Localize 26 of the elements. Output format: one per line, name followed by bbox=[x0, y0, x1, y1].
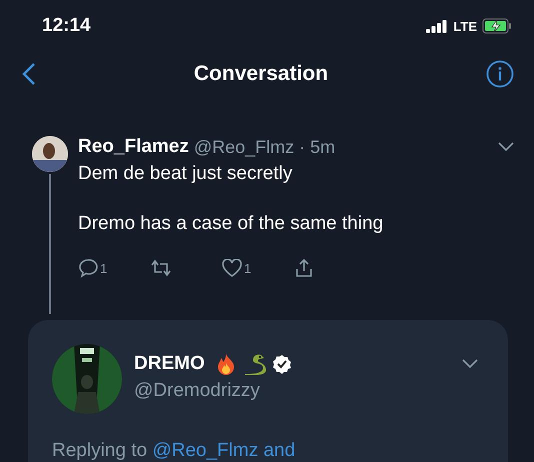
avatar[interactable] bbox=[32, 136, 68, 172]
chevron-icon[interactable] bbox=[498, 142, 514, 152]
tweet-text: Dremo has a case of the same thing bbox=[78, 212, 384, 236]
network-label: LTE bbox=[453, 18, 477, 34]
battery-icon bbox=[482, 18, 512, 34]
retweet-icon bbox=[150, 258, 172, 278]
chevron-icon[interactable] bbox=[462, 359, 478, 369]
page-title: Conversation bbox=[194, 62, 328, 86]
comment-icon bbox=[78, 258, 98, 278]
user-handle: @Reo_Flmz bbox=[194, 136, 294, 158]
heart-icon bbox=[222, 259, 242, 277]
back-icon[interactable] bbox=[22, 62, 36, 86]
reply-button[interactable]: 1 bbox=[78, 258, 130, 278]
user-handle: @Dremodrizzy bbox=[134, 380, 261, 402]
tweet-time: · 5m bbox=[299, 136, 336, 158]
tweet-text: Dem de beat just secretly bbox=[78, 162, 294, 186]
user-name[interactable]: DREMO bbox=[134, 353, 205, 375]
mention-link[interactable]: @Reo_Flmz and bbox=[152, 440, 296, 461]
user-name[interactable]: Reo_Flamez bbox=[78, 136, 189, 158]
share-icon bbox=[294, 258, 314, 278]
like-button[interactable]: 1 bbox=[222, 258, 274, 278]
status-time: 12:14 bbox=[42, 15, 91, 38]
fire-icon bbox=[216, 353, 236, 375]
signal-icon bbox=[426, 19, 448, 34]
info-icon[interactable] bbox=[486, 60, 514, 88]
replying-to-text: Replying to @Reo_Flmz and bbox=[52, 440, 296, 462]
